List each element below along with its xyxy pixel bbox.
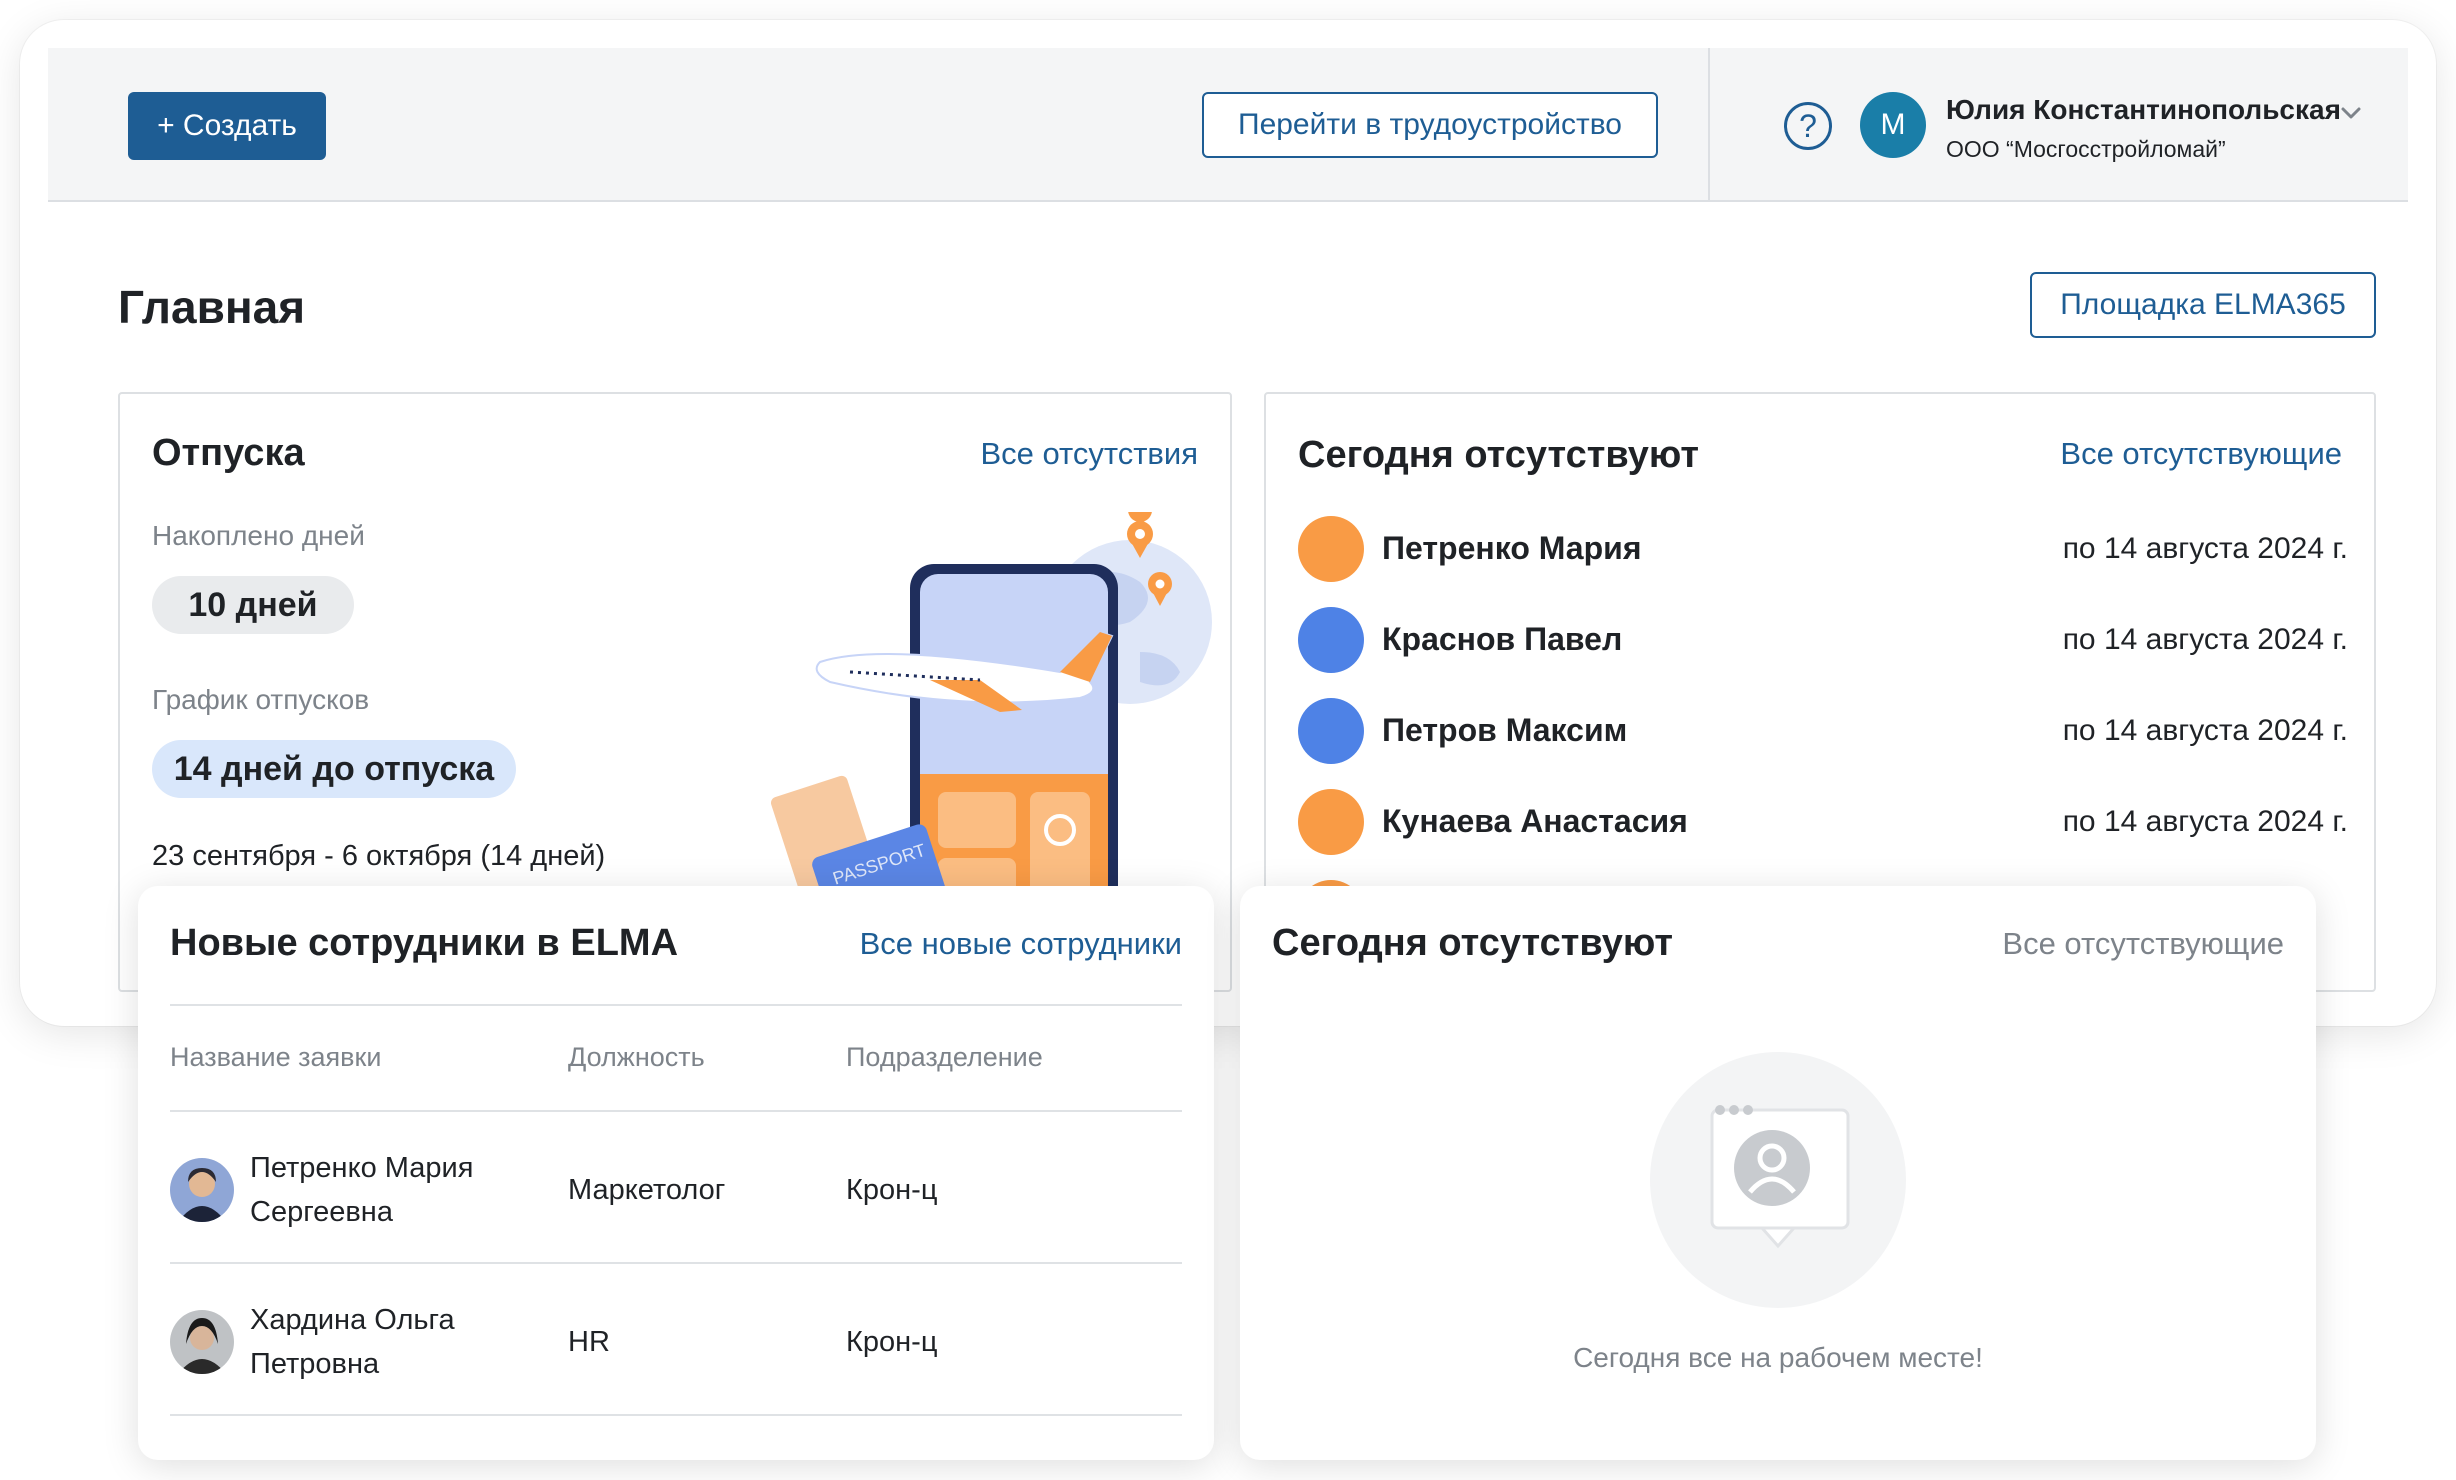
divider: [170, 1414, 1182, 1416]
divider: [170, 1004, 1182, 1006]
absent-today-title: Сегодня отсутствуют: [1272, 922, 1674, 964]
employee-position: Маркетолог: [568, 1174, 726, 1206]
accrued-days-badge: 10 дней: [152, 576, 354, 634]
absent-date: по 14 августа 2024 г.: [2062, 532, 2348, 565]
employee-name-line1: Петренко Мария: [250, 1152, 474, 1184]
absent-name: Краснов Павел: [1382, 621, 1623, 657]
absent-row[interactable]: Краснов Павел по 14 августа 2024 г.: [1298, 605, 2348, 675]
empty-state-message: Сегодня все на рабочем месте!: [1573, 1342, 1983, 1373]
employee-name-line2: Сергеевна: [250, 1196, 393, 1228]
go-to-employment-button[interactable]: Перейти в трудоустройство: [1202, 92, 1658, 158]
avatar: [1298, 516, 1364, 582]
all-absent-link-disabled[interactable]: Все отсутствующие: [2002, 926, 2284, 962]
new-employees-title: Новые сотрудники в ELMA: [170, 922, 679, 964]
avatar: [170, 1158, 234, 1222]
user-avatar[interactable]: М: [1860, 92, 1926, 158]
vacation-period: 23 сентября - 6 октября (14 дней): [152, 840, 606, 872]
all-absences-link[interactable]: Все отсутствия: [980, 436, 1198, 472]
user-organization: ООО “Мосгосстройломай”: [1946, 136, 2226, 162]
divider: [170, 1110, 1182, 1112]
absent-date: по 14 августа 2024 г.: [2062, 805, 2348, 838]
avatar: [1298, 698, 1364, 764]
topbar-divider: [1708, 48, 1710, 202]
accrued-days-label: Накоплено дней: [152, 520, 365, 551]
avatar: [170, 1310, 234, 1374]
absent-today-title: Сегодня отсутствуют: [1298, 434, 1700, 476]
employee-department: Крон-ц: [846, 1174, 938, 1206]
employee-name-line2: Петровна: [250, 1348, 380, 1380]
absent-date: по 14 августа 2024 г.: [2062, 623, 2348, 656]
all-new-employees-link[interactable]: Все новые сотрудники: [860, 926, 1182, 962]
absent-name: Петров Максим: [1382, 712, 1628, 748]
absent-row[interactable]: Петренко Мария по 14 августа 2024 г.: [1298, 514, 2348, 584]
avatar: [1298, 607, 1364, 673]
employee-position: HR: [568, 1326, 610, 1358]
new-employees-card: Новые сотрудники в ELMA Все новые сотруд…: [138, 886, 1214, 1460]
absent-date: по 14 августа 2024 г.: [2062, 714, 2348, 747]
elma365-platform-button[interactable]: Площадка ELMA365: [2030, 272, 2376, 338]
column-header-department[interactable]: Подразделение: [846, 1042, 1043, 1073]
absent-row[interactable]: Кунаева Анастасия по 14 августа 2024 г.: [1298, 787, 2348, 857]
absent-name: Петренко Мария: [1382, 530, 1642, 566]
vacations-title: Отпуска: [152, 432, 305, 474]
create-button[interactable]: + Создать: [128, 92, 326, 160]
absent-today-empty-card: Сегодня отсутствуют Все отсутствующие Се…: [1240, 886, 2316, 1460]
absent-row[interactable]: Петров Максим по 14 августа 2024 г.: [1298, 696, 2348, 766]
user-name[interactable]: Юлия Константинопольская: [1946, 94, 2341, 126]
vacation-schedule-label: График отпусков: [152, 684, 370, 715]
column-header-position[interactable]: Должность: [568, 1042, 705, 1073]
empty-state-user-icon: [1650, 1052, 1906, 1308]
employee-name-line1: Хардина Ольга: [250, 1304, 455, 1336]
absent-name: Кунаева Анастасия: [1382, 803, 1688, 839]
avatar: [1298, 789, 1364, 855]
column-header-request[interactable]: Название заявки: [170, 1042, 381, 1073]
all-absent-link[interactable]: Все отсутствующие: [2060, 436, 2342, 472]
days-until-vacation-badge: 14 дней до отпуска: [152, 740, 516, 798]
top-bar: + Создать Перейти в трудоустройство ? М …: [48, 48, 2408, 202]
app-window: + Создать Перейти в трудоустройство ? М …: [20, 20, 2436, 1026]
page-title: Главная: [118, 281, 306, 333]
chevron-down-icon[interactable]: [2338, 100, 2364, 126]
divider: [170, 1262, 1182, 1264]
employee-department: Крон-ц: [846, 1326, 938, 1358]
help-icon[interactable]: ?: [1784, 102, 1832, 150]
